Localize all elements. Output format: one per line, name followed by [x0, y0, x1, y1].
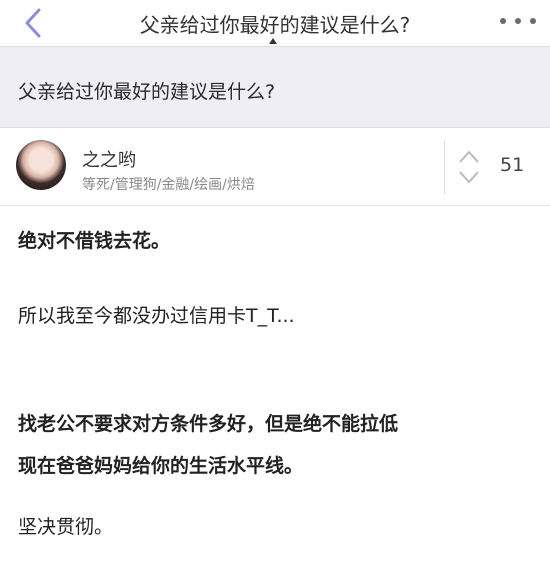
dot [515, 18, 521, 24]
nav-bar: 父亲给过你最好的建议是什么? [0, 0, 550, 46]
answer-paragraph: 绝对不借钱去花。 [18, 230, 171, 252]
dot [530, 18, 536, 24]
title-caret-icon[interactable] [269, 38, 277, 44]
question-title[interactable]: 父亲给过你最好的建议是什么? [18, 77, 275, 104]
dot [500, 18, 506, 24]
vote-up-down-icon[interactable] [458, 148, 480, 186]
divider [444, 140, 445, 194]
answer-paragraph: 所以我至今都没办过信用卡T_T... [18, 305, 295, 327]
answer-author-row: 之之哟 等死/管理狗/金融/绘画/烘焙 51 [0, 128, 550, 206]
avatar[interactable] [16, 140, 66, 190]
vote-count: 51 [500, 154, 525, 176]
answer-paragraph: 找老公不要求对方条件多好，但是绝不能拉低 [18, 413, 399, 435]
author-tags: 等死/管理狗/金融/绘画/烘焙 [82, 177, 255, 193]
answer-paragraph: 现在爸爸妈妈给你的生活水平线。 [18, 455, 304, 477]
nav-title: 父亲给过你最好的建议是什么? [139, 13, 411, 37]
question-header[interactable]: 父亲给过你最好的建议是什么? [0, 46, 550, 128]
author-name[interactable]: 之之哟 [82, 146, 136, 172]
answer-paragraph: 坚决贯彻。 [18, 516, 114, 538]
more-dots-icon[interactable] [500, 14, 536, 28]
